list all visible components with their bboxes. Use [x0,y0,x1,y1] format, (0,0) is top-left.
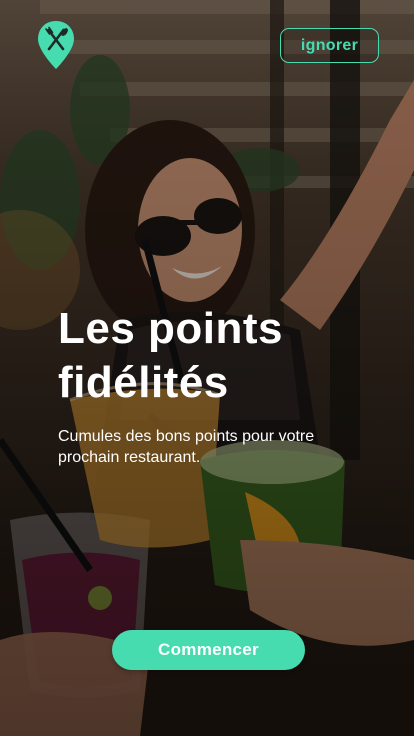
skip-button[interactable]: ignorer [280,28,379,63]
onboarding-title: Les points fidélités [58,304,284,407]
onboarding-screen: ignorer Les points fidélités Cumules des… [0,0,414,736]
onboarding-subtitle: Cumules des bons points pour votre proch… [58,428,315,466]
app-logo [36,20,76,70]
fork-knife-pin-icon [38,21,74,69]
start-button[interactable]: Commencer [112,630,305,670]
